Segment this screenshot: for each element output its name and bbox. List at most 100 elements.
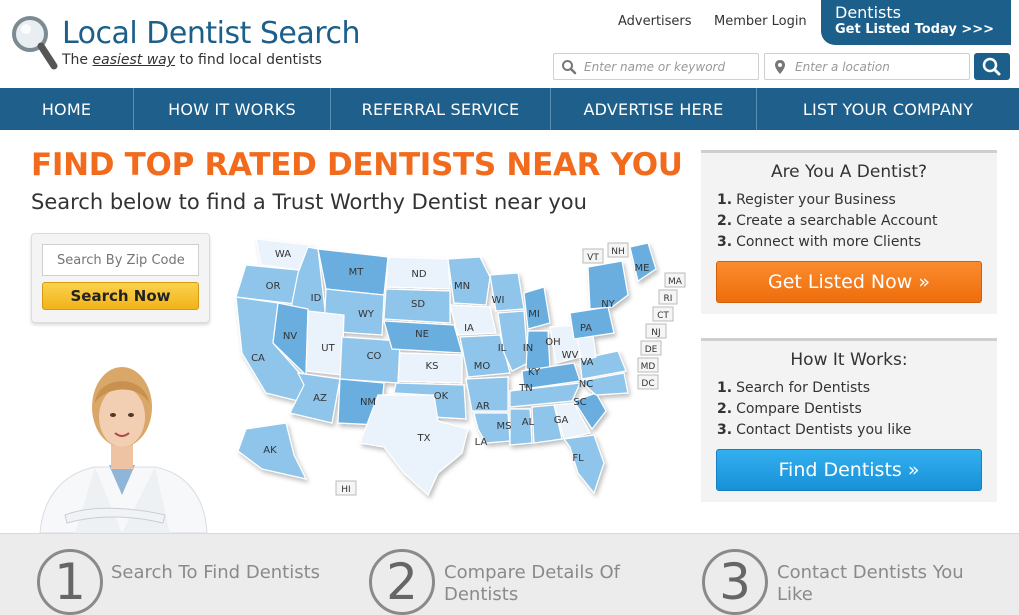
state-label: MN xyxy=(454,281,470,292)
search-now-button[interactable]: Search Now xyxy=(42,282,199,310)
state-label: ME xyxy=(635,263,650,274)
step-text-2: Compare Details Of Dentists xyxy=(444,562,621,605)
state-label: MS xyxy=(497,421,512,432)
svg-text:NJ: NJ xyxy=(651,328,660,338)
state-label: AZ xyxy=(313,393,327,404)
state-label: OH xyxy=(545,337,560,348)
state-label: SC xyxy=(573,397,586,408)
state-tag: VT xyxy=(582,248,604,264)
state-tag: RI xyxy=(658,289,678,305)
state-tag: NJ xyxy=(645,323,667,339)
tagline: The easiest way to find local dentists xyxy=(62,52,322,68)
location-search-input[interactable] xyxy=(765,54,969,79)
find-dentists-button[interactable]: Find Dentists » xyxy=(716,449,982,491)
location-pin-icon xyxy=(775,60,785,74)
state-label: WV xyxy=(562,350,579,361)
how-it-works-box: How It Works: 1. Search for Dentists 2. Co… xyxy=(701,338,997,502)
state-tag: DE xyxy=(640,340,662,356)
state-tag: MA xyxy=(664,272,686,288)
state-tag: HI xyxy=(335,480,357,496)
state-tag: CT xyxy=(652,306,674,322)
search-icon xyxy=(562,60,577,75)
nav-home[interactable]: HOME xyxy=(0,88,134,130)
state-label: FL xyxy=(572,453,584,464)
state-label: AL xyxy=(522,417,535,428)
nav-how-it-works[interactable]: HOW IT WORKS xyxy=(134,88,331,130)
step-number-3: 3 xyxy=(702,549,768,615)
state-tag: NH xyxy=(607,242,629,258)
state-label: NE xyxy=(415,329,429,340)
state-label: NM xyxy=(360,397,376,408)
dentist-photo xyxy=(39,367,208,533)
state-tag: DC xyxy=(637,374,659,390)
state-label: ID xyxy=(311,293,322,304)
state-label: IL xyxy=(498,343,507,354)
tagline-emphasis: easiest way xyxy=(92,52,176,68)
list-item: 2. Create a searchable Account xyxy=(717,213,938,229)
svg-text:RI: RI xyxy=(664,294,673,304)
nav-referral-service[interactable]: REFERRAL SERVICE xyxy=(331,88,551,130)
state-label: UT xyxy=(321,343,335,354)
state-label: AR xyxy=(476,401,490,412)
list-item: 3. Contact Dentists you like xyxy=(717,422,912,438)
state-label: MT xyxy=(349,267,365,278)
main-nav: HOME HOW IT WORKS REFERRAL SERVICE ADVER… xyxy=(0,88,1019,130)
list-item: 3. Connect with more Clients xyxy=(717,234,922,250)
advertisers-link[interactable]: Advertisers xyxy=(618,14,692,29)
dentist-signup-box: Are You A Dentist? 1. Register your Busin… xyxy=(701,150,997,314)
state-tag: MD xyxy=(637,357,659,373)
state-label: KY xyxy=(528,367,541,378)
zip-code-input[interactable] xyxy=(42,244,199,276)
magnifier-logo-icon xyxy=(12,16,58,70)
state-label: ND xyxy=(411,269,426,280)
step-number-1: 1 xyxy=(37,549,103,615)
state-label: KS xyxy=(426,361,439,372)
state-label: OR xyxy=(266,281,281,292)
step-number-2: 2 xyxy=(369,549,435,615)
nav-advertise-here[interactable]: ADVERTISE HERE xyxy=(551,88,757,130)
svg-text:MD: MD xyxy=(641,362,656,372)
state-label: AK xyxy=(263,445,277,456)
state-label: IA xyxy=(464,323,474,334)
state-label: MI xyxy=(528,309,540,320)
dentists-get-listed-tab[interactable]: Dentists Get Listed Today >>> xyxy=(821,0,1011,45)
dentist-box-title: Are You A Dentist? xyxy=(770,162,928,182)
logo-title[interactable]: Local Dentist Search xyxy=(62,16,360,51)
member-login-link[interactable]: Member Login xyxy=(714,14,807,29)
svg-text:MA: MA xyxy=(668,277,683,287)
svg-text:CT: CT xyxy=(657,311,669,321)
state-label: OK xyxy=(434,391,449,402)
state-label: SD xyxy=(411,299,425,310)
how-box-title: How It Works: xyxy=(790,350,908,370)
get-listed-now-button[interactable]: Get Listed Now » xyxy=(716,261,982,303)
hero-subtitle: Search below to find a Trust Worthy Dent… xyxy=(31,190,587,214)
state-label: NV xyxy=(283,331,297,342)
zip-search-card: Search Now xyxy=(31,233,210,323)
location-search-box xyxy=(764,53,970,80)
nav-list-your-company[interactable]: LIST YOUR COMPANY xyxy=(757,88,1019,130)
keyword-search-input[interactable] xyxy=(554,54,758,79)
tagline-after: to find local dentists xyxy=(179,52,322,68)
svg-text:DC: DC xyxy=(641,379,654,389)
us-state-map: WA OR CA ID NV MT WY UT AZ CO NM ND SD N… xyxy=(235,238,686,497)
svg-text:DE: DE xyxy=(645,345,658,355)
cta-line1: Dentists xyxy=(835,3,901,22)
state-label: TN xyxy=(518,383,533,394)
dentist-steps-list: 1. Register your Business 2. Create a sear… xyxy=(717,192,997,255)
list-item: 1. Register your Business xyxy=(717,192,896,208)
state-label: MO xyxy=(474,361,491,372)
hero-title: FIND TOP RATED DENTISTS NEAR YOU xyxy=(31,147,683,183)
cta-line2: Get Listed Today >>> xyxy=(835,22,994,37)
state-label: LA xyxy=(475,437,488,448)
state-label: CO xyxy=(367,351,382,362)
svg-text:VT: VT xyxy=(587,253,599,263)
state-label: NC xyxy=(579,379,593,390)
state-label: PA xyxy=(580,323,592,334)
list-item: 1. Search for Dentists xyxy=(717,380,871,396)
search-icon xyxy=(982,57,1001,76)
how-steps-list: 1. Search for Dentists 2. Compare Dentists… xyxy=(717,380,997,443)
state-label: VA xyxy=(580,357,593,368)
svg-text:HI: HI xyxy=(341,485,350,495)
header-search-button[interactable] xyxy=(974,53,1010,80)
state-label: WA xyxy=(275,249,291,260)
